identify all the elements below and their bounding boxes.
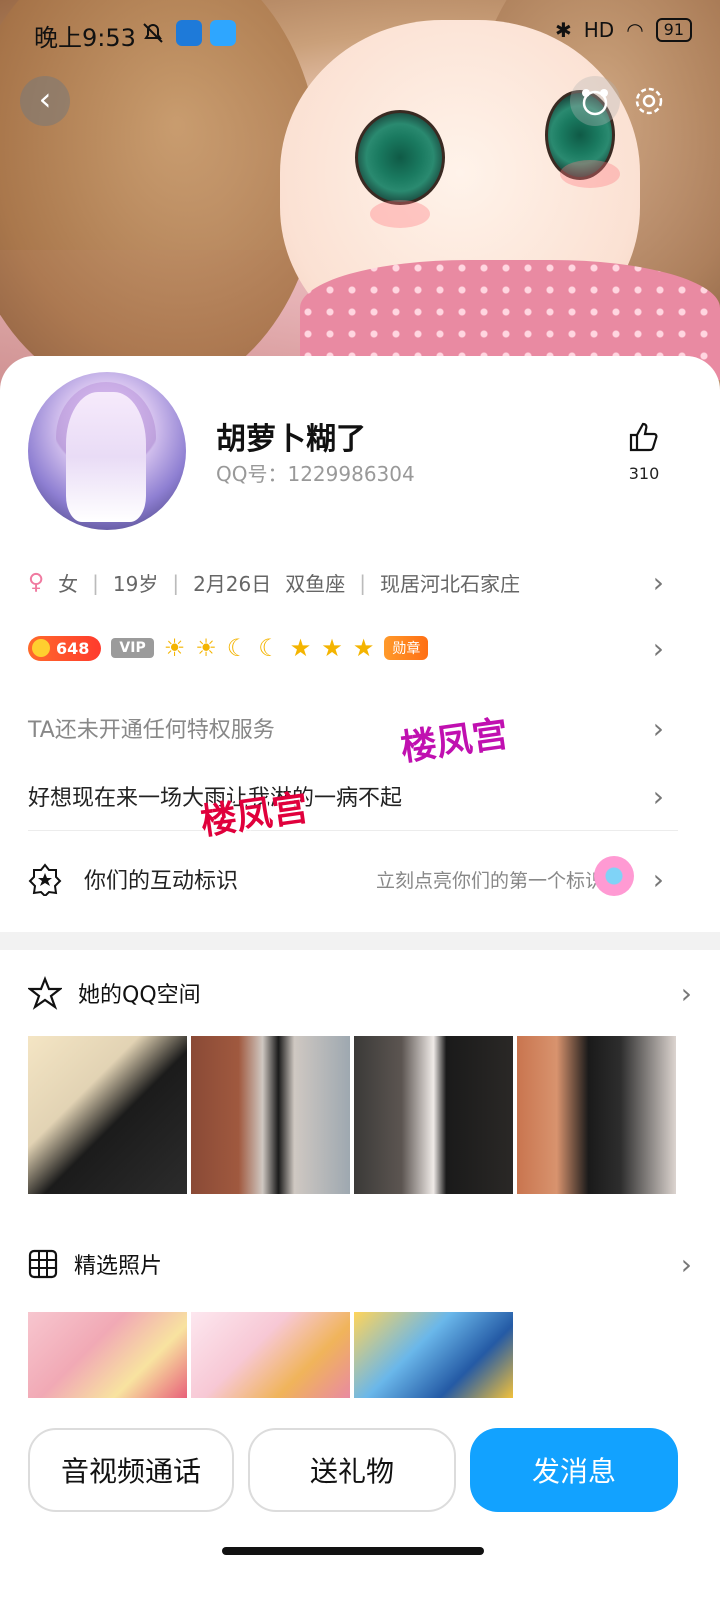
selected-photo[interactable]: [28, 1312, 187, 1398]
birthday: 2月26日: [193, 572, 272, 596]
signal-icon: HD: [583, 18, 615, 42]
mute-icon: [140, 20, 166, 46]
location: 现居河北石家庄: [380, 572, 521, 596]
medal-badge: 勋章: [384, 636, 429, 660]
age: 19岁: [112, 572, 159, 596]
flower-icon: [594, 856, 634, 896]
interaction-hint: 立刻点亮你们的第一个标识: [375, 869, 604, 892]
qzone-thumbs: [28, 1036, 676, 1194]
female-icon: ♀: [28, 570, 45, 595]
basic-info-row[interactable]: ♀ 女 | 19岁 | 2月26日 双鱼座 | 现居河北石家庄 ›: [28, 566, 692, 599]
gender: 女: [58, 572, 79, 596]
chevron-right-icon: ›: [652, 862, 664, 896]
upload-icon: [210, 20, 236, 46]
star-icon: ★: [289, 634, 312, 662]
bluetooth-icon: ✱: [554, 18, 572, 42]
photos-header[interactable]: 精选照片 ›: [28, 1247, 692, 1281]
qzone-photo[interactable]: [517, 1036, 676, 1194]
chevron-right-icon: ›: [652, 711, 664, 745]
sun-icon: ☀: [163, 634, 186, 662]
home-indicator[interactable]: [222, 1547, 484, 1555]
moon-icon: ☾: [226, 634, 249, 662]
interaction-label: 你们的互动标识: [84, 869, 239, 894]
qzone-header[interactable]: 她的QQ空间 ›: [28, 976, 692, 1010]
chevron-right-icon: ›: [652, 779, 664, 813]
status-bar: 晚上9:53 ✱ HD ◠ 91: [0, 0, 720, 70]
sun-icon: ☀: [195, 634, 217, 662]
like-button[interactable]: 310: [624, 420, 664, 483]
moon-icon: ☾: [258, 634, 280, 662]
send-message-button[interactable]: 发消息: [470, 1428, 678, 1512]
qzone-star-icon: [28, 976, 62, 1010]
send-gift-button[interactable]: 送礼物: [248, 1428, 456, 1512]
vip-badge: VIP: [111, 638, 154, 658]
interaction-row[interactable]: 你们的互动标识 立刻点亮你们的第一个标识 ›: [28, 856, 692, 896]
zodiac: 双鱼座: [285, 572, 346, 596]
thumbs-up-icon: [629, 422, 658, 452]
divider: [28, 830, 678, 831]
chevron-right-icon: ›: [652, 566, 664, 599]
grid-icon: [28, 1249, 58, 1279]
battery-indicator: 91: [655, 18, 692, 42]
photos-thumbs: [28, 1312, 513, 1398]
photos-title: 精选照片: [74, 1254, 163, 1279]
qzone-photo[interactable]: [191, 1036, 350, 1194]
selected-photo[interactable]: [191, 1312, 350, 1398]
chevron-right-icon: ›: [680, 1247, 692, 1281]
profile-name: 胡萝卜糊了: [216, 422, 366, 457]
badge-star-icon: [28, 863, 62, 896]
avatar[interactable]: [28, 372, 186, 530]
badges-row[interactable]: 648 VIP ☀ ☀ ☾ ☾ ★ ★ ★ 勋章 ›: [28, 631, 692, 665]
coin-badge: 648: [28, 635, 102, 661]
back-button[interactable]: ‹: [20, 76, 70, 126]
wifi-icon: ◠: [626, 18, 644, 42]
star-icon: ★: [321, 634, 343, 662]
privilege-row[interactable]: TA还未开通任何特权服务 ›: [28, 711, 692, 745]
chevron-right-icon: ›: [652, 631, 664, 665]
selected-photo[interactable]: [354, 1312, 513, 1398]
signature-row[interactable]: 好想现在来一场大雨让我淋的一病不起 ›: [28, 779, 692, 813]
star-icon: ★: [352, 634, 375, 662]
status-time: 晚上9:53: [34, 24, 136, 52]
privilege-text: TA还未开通任何特权服务: [28, 718, 275, 743]
settings-gear-icon[interactable]: [624, 76, 674, 126]
pet-icon[interactable]: [570, 76, 620, 126]
chevron-right-icon: ›: [680, 976, 692, 1010]
bottom-action-bar: 音视频通话 送礼物 发消息: [0, 1404, 720, 1600]
app-notification-icon: [176, 20, 202, 46]
qzone-title: 她的QQ空间: [78, 983, 201, 1008]
av-call-button[interactable]: 音视频通话: [28, 1428, 234, 1512]
qq-number: QQ号：1229986304: [216, 462, 415, 486]
qzone-photo[interactable]: [28, 1036, 187, 1194]
like-count: 310: [628, 464, 660, 483]
qzone-photo[interactable]: [354, 1036, 513, 1194]
section-gap: [0, 932, 720, 950]
